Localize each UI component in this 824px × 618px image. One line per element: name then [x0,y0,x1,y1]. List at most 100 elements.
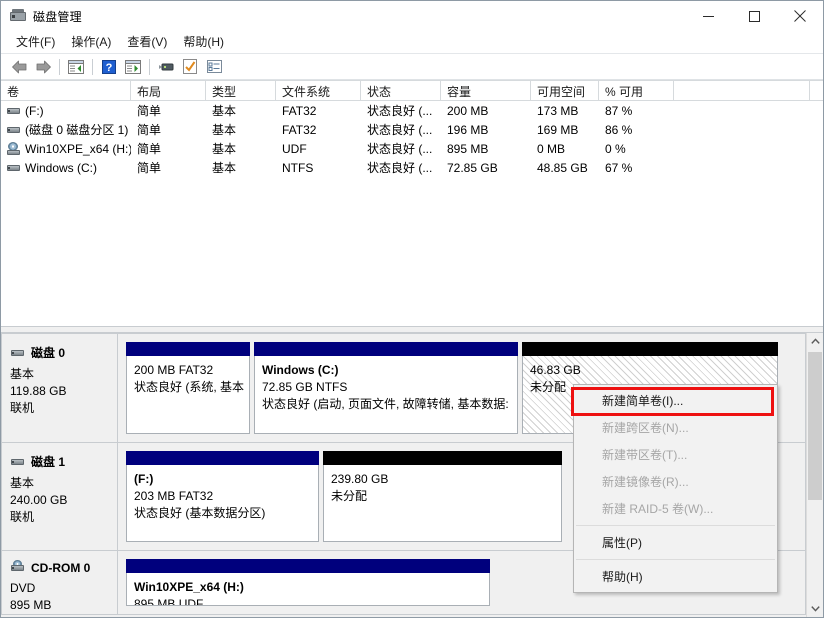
disk-info-panel[interactable]: CD-ROM 0 DVD 895 MB [2,551,118,614]
volume-column-header[interactable]: 状态 [361,81,441,100]
volume-percent-cell: 0 % [605,141,626,156]
toolbar: ? [1,54,823,80]
help-icon[interactable]: ? [97,56,121,78]
partition-body[interactable]: Win10XPE_x64 (H:) 895 MB UDF [126,573,490,606]
disk-info-panel[interactable]: 磁盘 0 基本 119.88 GB 联机 [2,334,118,442]
volume-column-header[interactable]: 类型 [206,81,276,100]
partition-status: 状态良好 (系统, 基本 [134,380,244,394]
partition-size-fs: 200 MB FAT32 [134,363,214,377]
scrollbar-thumb[interactable] [808,352,822,500]
volume-column-header[interactable]: 文件系统 [276,81,361,100]
table-row[interactable]: (磁盘 0 磁盘分区 1) 简单 基本 FAT32 状态良好 (... 196 MB 169… [1,120,823,139]
scrollbar-track[interactable] [807,350,823,600]
volume-type-cell: 基本 [212,142,237,156]
title-bar: 磁盘管理 [1,1,823,31]
minimize-button[interactable] [685,1,731,31]
volume-layout-cell: 简单 [137,123,162,137]
volume-percent-cell: 86 % [605,122,633,137]
hard-disk-icon [10,456,26,468]
context-menu: 新建简单卷(I)... 新建跨区卷(N)... 新建带区卷(T)... 新建镜像卷(R… [571,384,778,593]
ctx-help[interactable]: 帮助(H) [574,563,777,590]
volume-type-cell: 基本 [212,123,237,137]
table-row[interactable]: Win10XPE_x64 (H:) 简单 基本 UDF 状态良好 (... 895 MB 0… [1,139,823,158]
hard-disk-icon [10,347,26,359]
volume-free-cell: 0 MB [537,141,566,156]
disk-management-icon [10,8,26,24]
volume-percent-cell: 87 % [605,103,633,118]
disk-title: CD-ROM 0 [10,560,117,575]
disk-title: 磁盘 0 [10,344,117,361]
rescan-disks-icon[interactable] [154,56,178,78]
toolbar-separator [92,58,93,75]
volume-capacity-cell: 200 MB [447,103,489,118]
list-view-icon[interactable] [202,56,226,78]
partition[interactable]: 200 MB FAT32 状态良好 (系统, 基本 [126,342,250,434]
forward-icon[interactable] [31,56,55,78]
volume-status-cell: 状态良好 (... [367,142,433,156]
maximize-button[interactable] [731,1,777,31]
menu-view[interactable]: 查看(V) [119,31,175,53]
partition-capacity-bar [323,451,562,465]
partition-body[interactable]: 200 MB FAT32 状态良好 (系统, 基本 [126,356,250,434]
disk-type: 基本 [10,367,35,381]
partition-body[interactable]: 239.80 GB 未分配 [323,465,562,542]
menu-action[interactable]: 操作(A) [63,31,119,53]
volume-column-header[interactable] [674,81,810,100]
partition-status: 状态良好 (启动, 页面文件, 故障转储, 基本数据: [262,397,509,411]
partition[interactable]: Windows (C:) 72.85 GB NTFS 状态良好 (启动, 页面文件,… [254,342,518,434]
close-button[interactable] [777,1,823,31]
volume-list-body: (F:) 简单 基本 FAT32 状态良好 (... 200 MB 173 MB 87 % (磁… [1,101,823,177]
pane-splitter[interactable] [1,326,823,333]
disk-name: 磁盘 1 [31,455,66,469]
partition[interactable]: (F:) 203 MB FAT32 状态良好 (基本数据分区) [126,451,319,542]
volume-layout-cell: 简单 [137,104,162,118]
volume-column-header[interactable]: 容量 [441,81,531,100]
ctx-new-simple-volume[interactable]: 新建简单卷(I)... [571,387,777,416]
show-hide-action-pane-icon[interactable] [121,56,145,78]
volume-column-header[interactable]: 可用空间 [531,81,599,100]
menu-file[interactable]: 文件(F) [8,31,63,53]
volume-column-header[interactable]: 卷 [1,81,131,100]
volume-label: (F:) [25,103,44,118]
back-icon[interactable] [7,56,31,78]
volume-layout-cell: 简单 [137,142,162,156]
partition[interactable]: Win10XPE_x64 (H:) 895 MB UDF [126,559,490,606]
properties-icon[interactable] [178,56,202,78]
volume-label: (磁盘 0 磁盘分区 1) [25,123,129,137]
partition[interactable]: 239.80 GB 未分配 [323,451,562,542]
partition-size-fs: 72.85 GB NTFS [262,380,348,394]
cd-rom-volume-icon [6,141,22,156]
partition-body[interactable]: Windows (C:) 72.85 GB NTFS 状态良好 (启动, 页面文件,… [254,356,518,434]
volume-free-cell: 48.85 GB [537,160,588,175]
hard-disk-volume-icon [6,123,22,137]
graphical-view-scrollbar[interactable] [806,333,823,617]
partition-capacity-bar [126,559,490,573]
disk-info-panel[interactable]: 磁盘 1 基本 240.00 GB 联机 [2,443,118,550]
volume-filesystem-cell: FAT32 [282,103,317,118]
table-row[interactable]: (F:) 简单 基本 FAT32 状态良好 (... 200 MB 173 MB 87 % [1,101,823,120]
menu-separator [576,559,775,560]
volume-column-header[interactable]: % 可用 [599,81,674,100]
scroll-up-icon[interactable] [807,333,823,350]
show-hide-console-tree-icon[interactable] [64,56,88,78]
ctx-properties[interactable]: 属性(P) [574,529,777,556]
volume-free-cell: 169 MB [537,122,579,137]
volume-name-cell: Windows (C:) [1,161,131,175]
scroll-down-icon[interactable] [807,600,823,617]
hard-disk-volume-icon [6,161,22,175]
table-row[interactable]: Windows (C:) 简单 基本 NTFS 状态良好 (... 72.85 GB 48.… [1,158,823,177]
disk-name: 磁盘 0 [31,346,66,360]
menu-help[interactable]: 帮助(H) [175,31,232,53]
menu-separator [576,525,775,526]
partition-name: Windows (C:) [262,363,339,377]
ctx-new-striped-volume: 新建带区卷(T)... [602,448,688,462]
volume-type-cell: 基本 [212,104,237,118]
hard-disk-volume-icon [6,104,22,118]
volume-filesystem-cell: FAT32 [282,122,317,137]
volume-capacity-cell: 196 MB [447,122,489,137]
cd-rom-icon [10,560,26,574]
volume-column-header[interactable]: 布局 [131,81,206,100]
volume-name-cell: Win10XPE_x64 (H:) [1,141,131,156]
partition-body[interactable]: (F:) 203 MB FAT32 状态良好 (基本数据分区) [126,465,319,542]
ctx-new-mirrored-volume: 新建镜像卷(R)... [602,475,689,489]
